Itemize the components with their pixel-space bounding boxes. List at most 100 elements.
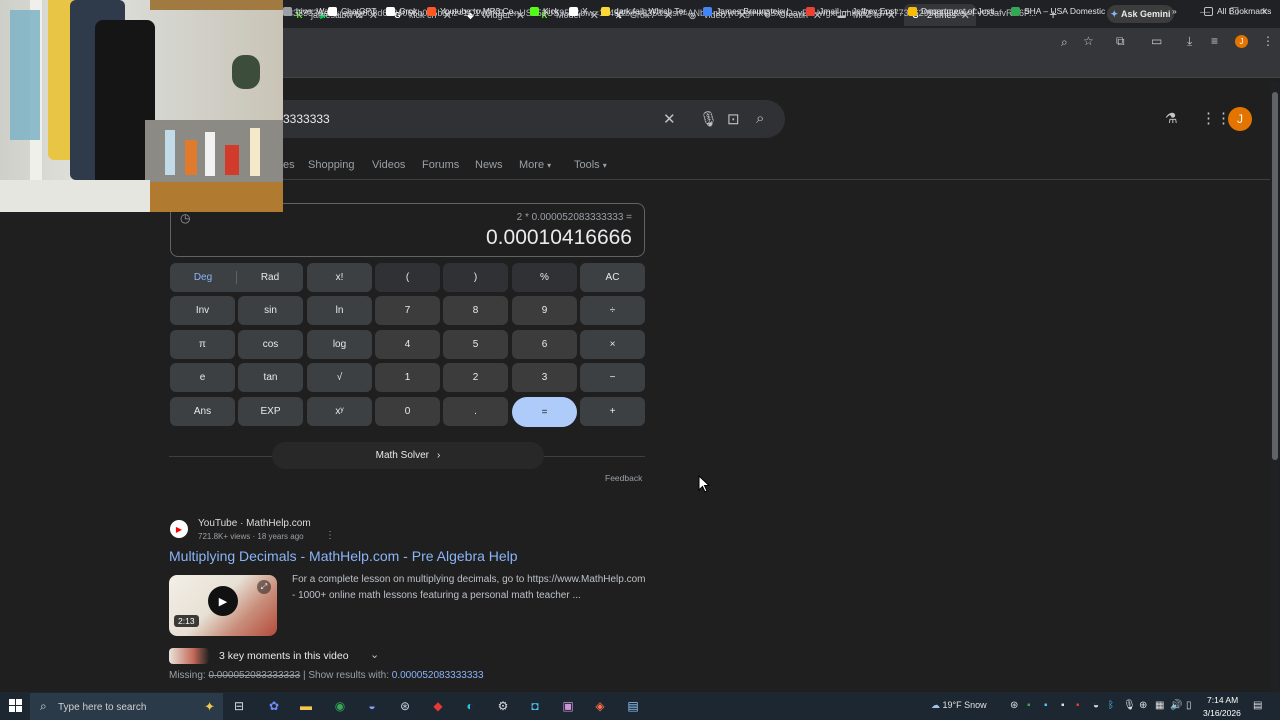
search-submit-icon[interactable]: ⌕	[756, 110, 764, 127]
tab-forums[interactable]: Forums	[422, 159, 459, 171]
tab-more[interactable]: More ▾	[519, 159, 551, 171]
calc-key[interactable]: (	[375, 263, 440, 292]
notifications-icon[interactable]: ▤	[1253, 700, 1262, 711]
edge-icon[interactable]: ◐	[461, 697, 479, 715]
calc-key[interactable]: EXP	[238, 397, 303, 426]
calc-key[interactable]: e	[170, 363, 235, 392]
download-icon[interactable]: ⤓	[1187, 34, 1192, 49]
calc-key[interactable]: 8	[443, 296, 508, 325]
calc-key[interactable]: AC	[580, 263, 645, 292]
scrollbar-thumb[interactable]	[1272, 92, 1278, 460]
lens-search-icon[interactable]: ⊡	[727, 110, 740, 128]
bookmark-star-icon[interactable]: ☆	[1083, 34, 1094, 48]
tray-app-icon[interactable]: ▪	[1027, 700, 1031, 711]
calc-key[interactable]: x!	[307, 263, 372, 292]
bluetooth-icon[interactable]: ᛒ	[1108, 700, 1114, 711]
battery-icon[interactable]: ▯	[1186, 700, 1192, 711]
network-icon[interactable]: ⊕	[1139, 700, 1147, 711]
calc-key[interactable]: +	[580, 397, 645, 426]
discord-tray-icon[interactable]: ◒	[1093, 700, 1099, 711]
rad-button[interactable]: Rad	[237, 263, 303, 292]
taskbar-clock-time[interactable]: 7:14 AM	[1207, 695, 1238, 705]
steam-tray-icon[interactable]: ⊛	[1010, 700, 1018, 711]
tab-shopping[interactable]: Shopping	[308, 159, 355, 171]
bookmark-item[interactable]: Youtube to MP3 Co...	[427, 6, 521, 16]
tray-app-icon[interactable]: ▪	[1061, 700, 1065, 711]
tab-news[interactable]: News	[475, 159, 503, 171]
bookmark-item[interactable]: Grok	[386, 6, 417, 16]
taskbar-clock-date[interactable]: 3/16/2026	[1203, 708, 1241, 718]
bookmark-item[interactable]: Jmail — Jeffrey Epst...	[806, 6, 904, 16]
calc-key[interactable]: 6	[512, 330, 577, 359]
volume-icon[interactable]: 🔊	[1170, 700, 1182, 711]
microphone-icon[interactable]: 🎙	[1123, 700, 1136, 711]
show-results-link[interactable]: 0.000052083333333	[392, 670, 484, 681]
brave-icon[interactable]: ◈	[591, 697, 609, 715]
file-explorer-icon[interactable]: ▬	[297, 697, 315, 715]
calc-key[interactable]: Ans	[170, 397, 235, 426]
calc-key[interactable]: %	[512, 263, 577, 292]
calc-key[interactable]: 3	[512, 363, 577, 392]
extensions-icon[interactable]: ⧉	[1116, 34, 1125, 49]
calc-key[interactable]: ×	[580, 330, 645, 359]
profile-avatar[interactable]: J	[1235, 35, 1248, 48]
media-controls-icon[interactable]: ≡	[1211, 34, 1218, 48]
calc-key[interactable]: )	[443, 263, 508, 292]
tab-tools[interactable]: Tools ▾	[574, 159, 607, 171]
calc-key[interactable]: 9	[512, 296, 577, 325]
zoom-icon[interactable]: ⌕	[1061, 35, 1068, 50]
history-icon[interactable]: ◷	[180, 211, 190, 225]
calc-key[interactable]: .	[443, 397, 508, 426]
app-icon[interactable]: ▤	[624, 697, 642, 715]
calc-key[interactable]: 5	[443, 330, 508, 359]
bookmark-item[interactable]: dark.fail: Which Tor...	[601, 6, 693, 16]
calc-key[interactable]: π	[170, 330, 235, 359]
calc-key[interactable]: 0	[375, 397, 440, 426]
calc-key[interactable]: Inv	[170, 296, 235, 325]
outlook-icon[interactable]: ◘	[526, 697, 544, 715]
settings-icon[interactable]: ⚙	[494, 697, 512, 715]
calc-key[interactable]: 2	[443, 363, 508, 392]
ask-gemini-button[interactable]: ✦ Ask Gemini	[1107, 5, 1174, 23]
voice-search-icon[interactable]: 🎙	[699, 110, 718, 128]
app-icon[interactable]: ◆	[429, 697, 447, 715]
calc-key[interactable]: ln	[307, 296, 372, 325]
bookmark-item[interactable]: Kick	[530, 6, 559, 16]
all-bookmarks[interactable]: All Bookmarks	[1204, 6, 1271, 16]
expand-icon[interactable]: ⤢	[257, 580, 271, 594]
tab-images-partial[interactable]: es	[283, 159, 295, 171]
steam-icon[interactable]: ⊛	[396, 697, 414, 715]
labs-flask-icon[interactable]: ⚗	[1165, 110, 1178, 127]
equals-button[interactable]: =	[512, 397, 577, 427]
result-title-link[interactable]: Multiplying Decimals - MathHelp.com - Pr…	[169, 548, 518, 564]
copilot-icon[interactable]: ✿	[265, 697, 283, 715]
windows-start-icon[interactable]	[9, 699, 23, 713]
tray-app-icon[interactable]: ▪	[1076, 700, 1080, 711]
calc-key[interactable]: tan	[238, 363, 303, 392]
calc-key[interactable]: xʸ	[307, 397, 372, 426]
bookmark-item[interactable]: ChatGPT	[328, 6, 376, 16]
key-moments-toggle[interactable]: 3 key moments in this video	[219, 650, 349, 662]
chevron-down-icon[interactable]: ⌄	[370, 648, 379, 661]
calc-key[interactable]: ÷	[580, 296, 645, 325]
calc-key[interactable]: −	[580, 363, 645, 392]
chrome-menu-icon[interactable]: ⋮	[1262, 34, 1274, 48]
calc-key[interactable]: cos	[238, 330, 303, 359]
bookmark-item[interactable]: X	[569, 6, 588, 16]
bookmark-item[interactable]: Department of Justi...	[908, 6, 1002, 16]
clear-search-icon[interactable]: ✕	[663, 110, 676, 128]
play-icon[interactable]: ▶	[208, 586, 238, 616]
calc-key[interactable]: √	[307, 363, 372, 392]
cast-icon[interactable]: ▭	[1151, 34, 1162, 48]
calc-key[interactable]: 4	[375, 330, 440, 359]
calc-key[interactable]: 1	[375, 363, 440, 392]
result-source[interactable]: YouTube · MathHelp.com	[198, 518, 311, 529]
search-input[interactable]: 3333333	[283, 112, 330, 126]
keyboard-icon[interactable]: ▦	[1155, 700, 1164, 711]
calc-key[interactable]: 7	[375, 296, 440, 325]
task-view-icon[interactable]: ⊟	[230, 697, 248, 715]
feedback-link[interactable]: Feedback	[605, 473, 642, 483]
bookmark-item[interactable]: James Braunstein |...	[703, 6, 796, 16]
bookmark-item[interactable]: SHA – USA Domestic	[1011, 6, 1105, 16]
tab-videos[interactable]: Videos	[372, 159, 405, 171]
